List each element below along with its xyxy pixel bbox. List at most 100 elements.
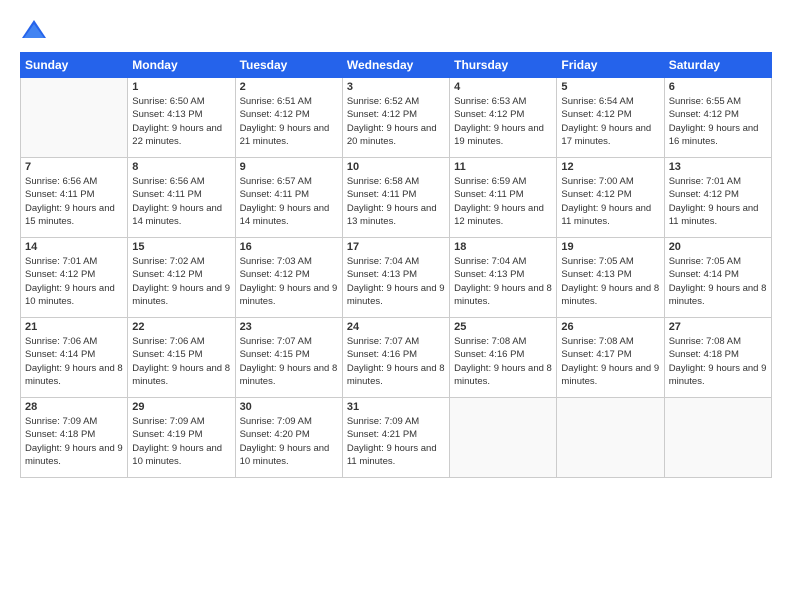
day-number: 6 bbox=[669, 81, 767, 93]
calendar-cell: 12 Sunrise: 7:00 AMSunset: 4:12 PMDayligh… bbox=[557, 158, 664, 238]
calendar-cell: 22Sunrise: 7:06 AMSunset: 4:15 PMDayligh… bbox=[128, 318, 235, 398]
day-number: 29 bbox=[132, 401, 230, 413]
cell-info: Sunrise: 6:56 AMSunset: 4:11 PMDaylight:… bbox=[132, 175, 230, 228]
calendar-cell: 26Sunrise: 7:08 AMSunset: 4:17 PMDayligh… bbox=[557, 318, 664, 398]
cell-info: Sunrise: 6:59 AMSunset: 4:11 PMDaylight:… bbox=[454, 175, 552, 228]
cell-info: Sunrise: 7:05 AMSunset: 4:14 PMDaylight:… bbox=[669, 255, 767, 308]
logo bbox=[20, 16, 52, 44]
cell-info: Sunrise: 7:01 AMSunset: 4:12 PMDaylight:… bbox=[669, 175, 767, 228]
day-number: 14 bbox=[25, 241, 123, 253]
day-number: 9 bbox=[240, 161, 338, 173]
day-number: 1 bbox=[132, 81, 230, 93]
calendar-cell: 19 Sunrise: 7:05 AMSunset: 4:13 PMDayligh… bbox=[557, 238, 664, 318]
cell-info: Sunrise: 7:09 AMSunset: 4:20 PMDaylight:… bbox=[240, 415, 338, 468]
calendar-cell: 24 Sunrise: 7:07 AMSunset: 4:16 PMDayligh… bbox=[342, 318, 449, 398]
cell-info: Sunrise: 7:06 AMSunset: 4:14 PMDaylight:… bbox=[25, 335, 123, 388]
calendar-cell: 23Sunrise: 7:07 AMSunset: 4:15 PMDayligh… bbox=[235, 318, 342, 398]
day-number: 21 bbox=[25, 321, 123, 333]
day-number: 12 bbox=[561, 161, 659, 173]
weekday-header-row: SundayMondayTuesdayWednesdayThursdayFrid… bbox=[21, 53, 772, 78]
calendar-cell bbox=[21, 78, 128, 158]
logo-icon bbox=[20, 16, 48, 44]
day-number: 11 bbox=[454, 161, 552, 173]
day-number: 27 bbox=[669, 321, 767, 333]
day-number: 18 bbox=[454, 241, 552, 253]
weekday-header-friday: Friday bbox=[557, 53, 664, 78]
weekday-header-wednesday: Wednesday bbox=[342, 53, 449, 78]
calendar-cell: 2 Sunrise: 6:51 AMSunset: 4:12 PMDaylight… bbox=[235, 78, 342, 158]
day-number: 7 bbox=[25, 161, 123, 173]
cell-info: Sunrise: 7:09 AMSunset: 4:21 PMDaylight:… bbox=[347, 415, 445, 468]
weekday-header-monday: Monday bbox=[128, 53, 235, 78]
calendar-cell: 9Sunrise: 6:57 AMSunset: 4:11 PMDaylight… bbox=[235, 158, 342, 238]
calendar-cell: 25 Sunrise: 7:08 AMSunset: 4:16 PMDayligh… bbox=[450, 318, 557, 398]
day-number: 10 bbox=[347, 161, 445, 173]
calendar-cell bbox=[557, 398, 664, 478]
calendar-cell: 29 Sunrise: 7:09 AMSunset: 4:19 PMDayligh… bbox=[128, 398, 235, 478]
calendar-cell: 11 Sunrise: 6:59 AMSunset: 4:11 PMDayligh… bbox=[450, 158, 557, 238]
cell-info: Sunrise: 7:04 AMSunset: 4:13 PMDaylight:… bbox=[347, 255, 445, 308]
day-number: 2 bbox=[240, 81, 338, 93]
calendar-cell bbox=[664, 398, 771, 478]
week-row-1: 7 Sunrise: 6:56 AMSunset: 4:11 PMDaylight… bbox=[21, 158, 772, 238]
day-number: 24 bbox=[347, 321, 445, 333]
calendar-table: SundayMondayTuesdayWednesdayThursdayFrid… bbox=[20, 52, 772, 478]
weekday-header-saturday: Saturday bbox=[664, 53, 771, 78]
day-number: 16 bbox=[240, 241, 338, 253]
week-row-4: 28 Sunrise: 7:09 AMSunset: 4:18 PMDayligh… bbox=[21, 398, 772, 478]
calendar-cell: 1 Sunrise: 6:50 AMSunset: 4:13 PMDaylight… bbox=[128, 78, 235, 158]
day-number: 19 bbox=[561, 241, 659, 253]
day-number: 4 bbox=[454, 81, 552, 93]
calendar-cell: 18 Sunrise: 7:04 AMSunset: 4:13 PMDayligh… bbox=[450, 238, 557, 318]
weekday-header-thursday: Thursday bbox=[450, 53, 557, 78]
day-number: 3 bbox=[347, 81, 445, 93]
weekday-header-tuesday: Tuesday bbox=[235, 53, 342, 78]
calendar-cell: 8 Sunrise: 6:56 AMSunset: 4:11 PMDaylight… bbox=[128, 158, 235, 238]
weekday-header-sunday: Sunday bbox=[21, 53, 128, 78]
week-row-3: 21 Sunrise: 7:06 AMSunset: 4:14 PMDayligh… bbox=[21, 318, 772, 398]
cell-info: Sunrise: 7:03 AMSunset: 4:12 PMDaylight:… bbox=[240, 255, 338, 308]
day-number: 22 bbox=[132, 321, 230, 333]
calendar-cell: 6 Sunrise: 6:55 AMSunset: 4:12 PMDaylight… bbox=[664, 78, 771, 158]
cell-info: Sunrise: 7:08 AMSunset: 4:18 PMDaylight:… bbox=[669, 335, 767, 388]
calendar-cell: 7Sunrise: 6:56 AMSunset: 4:11 PMDaylight… bbox=[21, 158, 128, 238]
calendar-cell: 31 Sunrise: 7:09 AMSunset: 4:21 PMDayligh… bbox=[342, 398, 449, 478]
week-row-0: 1 Sunrise: 6:50 AMSunset: 4:13 PMDaylight… bbox=[21, 78, 772, 158]
cell-info: Sunrise: 7:00 AMSunset: 4:12 PMDaylight:… bbox=[561, 175, 659, 228]
day-number: 30 bbox=[240, 401, 338, 413]
calendar-cell: 15 Sunrise: 7:02 AMSunset: 4:12 PMDayligh… bbox=[128, 238, 235, 318]
day-number: 23 bbox=[240, 321, 338, 333]
calendar-cell: 13 Sunrise: 7:01 AMSunset: 4:12 PMDayligh… bbox=[664, 158, 771, 238]
calendar-cell: 5Sunrise: 6:54 AMSunset: 4:12 PMDaylight… bbox=[557, 78, 664, 158]
cell-info: Sunrise: 7:08 AMSunset: 4:16 PMDaylight:… bbox=[454, 335, 552, 388]
cell-info: Sunrise: 6:51 AMSunset: 4:12 PMDaylight:… bbox=[240, 95, 338, 148]
cell-info: Sunrise: 7:04 AMSunset: 4:13 PMDaylight:… bbox=[454, 255, 552, 308]
week-row-2: 14 Sunrise: 7:01 AMSunset: 4:12 PMDayligh… bbox=[21, 238, 772, 318]
calendar-cell: 10Sunrise: 6:58 AMSunset: 4:11 PMDayligh… bbox=[342, 158, 449, 238]
page: SundayMondayTuesdayWednesdayThursdayFrid… bbox=[0, 0, 792, 612]
cell-info: Sunrise: 7:07 AMSunset: 4:16 PMDaylight:… bbox=[347, 335, 445, 388]
day-number: 8 bbox=[132, 161, 230, 173]
day-number: 20 bbox=[669, 241, 767, 253]
cell-info: Sunrise: 7:01 AMSunset: 4:12 PMDaylight:… bbox=[25, 255, 123, 308]
header bbox=[20, 16, 772, 44]
day-number: 31 bbox=[347, 401, 445, 413]
day-number: 13 bbox=[669, 161, 767, 173]
cell-info: Sunrise: 7:02 AMSunset: 4:12 PMDaylight:… bbox=[132, 255, 230, 308]
cell-info: Sunrise: 7:09 AMSunset: 4:19 PMDaylight:… bbox=[132, 415, 230, 468]
day-number: 15 bbox=[132, 241, 230, 253]
calendar-cell: 30 Sunrise: 7:09 AMSunset: 4:20 PMDayligh… bbox=[235, 398, 342, 478]
calendar-cell bbox=[450, 398, 557, 478]
calendar-cell: 3 Sunrise: 6:52 AMSunset: 4:12 PMDaylight… bbox=[342, 78, 449, 158]
cell-info: Sunrise: 7:09 AMSunset: 4:18 PMDaylight:… bbox=[25, 415, 123, 468]
cell-info: Sunrise: 6:52 AMSunset: 4:12 PMDaylight:… bbox=[347, 95, 445, 148]
cell-info: Sunrise: 6:50 AMSunset: 4:13 PMDaylight:… bbox=[132, 95, 230, 148]
cell-info: Sunrise: 6:55 AMSunset: 4:12 PMDaylight:… bbox=[669, 95, 767, 148]
day-number: 5 bbox=[561, 81, 659, 93]
calendar-cell: 4Sunrise: 6:53 AMSunset: 4:12 PMDaylight… bbox=[450, 78, 557, 158]
cell-info: Sunrise: 7:05 AMSunset: 4:13 PMDaylight:… bbox=[561, 255, 659, 308]
day-number: 25 bbox=[454, 321, 552, 333]
calendar-cell: 28 Sunrise: 7:09 AMSunset: 4:18 PMDayligh… bbox=[21, 398, 128, 478]
day-number: 28 bbox=[25, 401, 123, 413]
cell-info: Sunrise: 7:08 AMSunset: 4:17 PMDaylight:… bbox=[561, 335, 659, 388]
